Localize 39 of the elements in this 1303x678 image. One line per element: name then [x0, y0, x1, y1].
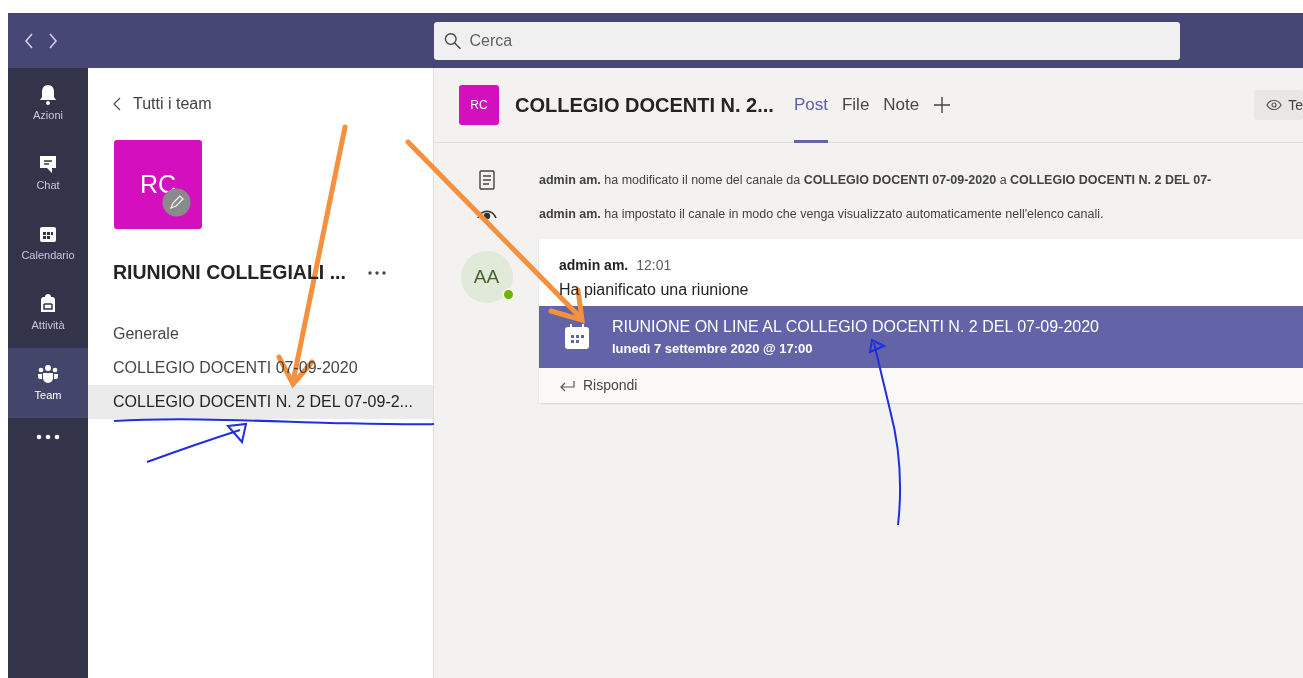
team-button[interactable]: Te [1254, 90, 1303, 120]
meeting-banner[interactable]: RIUNIONE ON LINE AL COLLEGIO DOCENTI N. 2 DEL 07-09-2020 lunedì 7 settembre 2020 @ 17:00 [539, 306, 1303, 368]
message-time: 12:01 [636, 257, 672, 273]
user-avatar: AA [460, 251, 513, 303]
rail-tab[interactable]: Attività [8, 278, 88, 348]
channel-avatar: RC [459, 85, 499, 125]
rail-tab[interactable]: Team [8, 348, 88, 418]
meeting-title: RIUNIONE ON LINE AL COLLEGIO DOCENTI N. 2 DEL 07-09-2020 [612, 317, 1099, 338]
author-name: admin am. [559, 257, 629, 273]
channel-tab[interactable]: Note [883, 68, 920, 143]
chevron-left-icon[interactable] [113, 97, 121, 111]
activity-text: admin am. ha modificato il nome del canale da COLLEGIO DOCENTI 07-09-2020 a COLLEGIO DOCENTI N. 2 DEL 07- [539, 171, 1212, 189]
rail-tab[interactable]: Chat [8, 138, 88, 208]
add-icon[interactable] [933, 96, 952, 114]
eye-icon [1266, 99, 1283, 111]
search-field[interactable]: Cerca [434, 21, 1180, 60]
eye-icon [476, 208, 497, 220]
rail-tab[interactable]: Azioni [8, 68, 88, 138]
rail-tab[interactable]: Calendario [8, 208, 88, 278]
channel-title: COLLEGIO DOCENTI N. 2... [515, 93, 774, 118]
back-link[interactable]: Tutti i team [133, 92, 212, 116]
forward-icon[interactable] [48, 31, 58, 50]
reply-link[interactable]: Rispondi [583, 375, 638, 396]
document-icon [477, 170, 496, 190]
calendar-icon [564, 324, 590, 350]
more-icon[interactable] [36, 434, 60, 440]
more-icon[interactable] [367, 270, 386, 275]
search-icon [444, 31, 462, 50]
channel-item[interactable]: Generale [88, 317, 433, 352]
meeting-date: lunedì 7 settembre 2020 @ 17:00 [612, 340, 814, 359]
activity-text: admin am. ha impostato il canale in modo che venga visualizzato automaticamente nell'elenco canali. [539, 205, 1104, 223]
channel-tab[interactable]: File [841, 68, 870, 143]
channel-tab[interactable]: Post [793, 68, 828, 143]
channel-item[interactable]: COLLEGIO DOCENTI N. 2 DEL 07-09-2... [88, 385, 433, 420]
people-icon [37, 362, 59, 385]
back-icon[interactable] [24, 31, 34, 50]
reply-icon [559, 379, 575, 392]
message-text: Ha pianificato una riunione [558, 280, 750, 300]
bell-icon [37, 82, 59, 105]
